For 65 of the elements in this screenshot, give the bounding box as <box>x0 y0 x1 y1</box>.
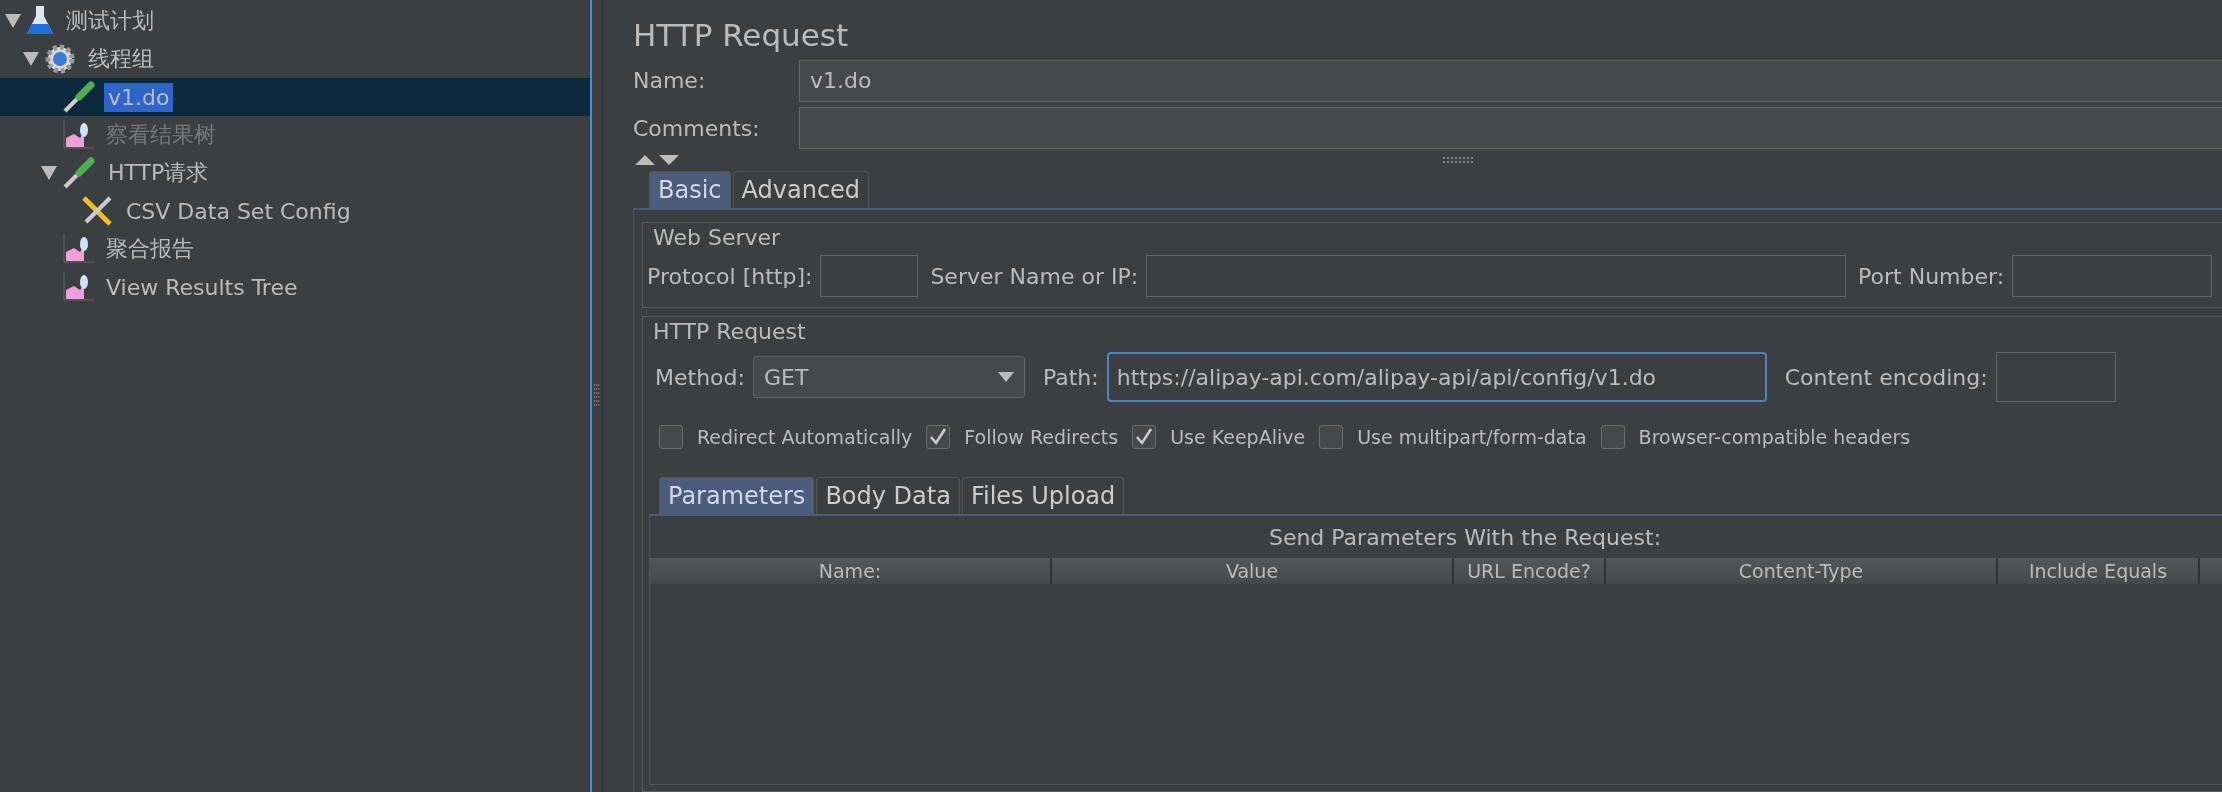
tab[interactable]: Advanced <box>732 171 870 208</box>
tree-row[interactable]: 聚合报告 <box>0 230 590 268</box>
column-header[interactable]: Include Equals <box>1998 558 2200 584</box>
column-header[interactable]: URL Encode? <box>1454 558 1606 584</box>
chart-icon <box>62 234 94 264</box>
chart-icon <box>62 272 94 302</box>
path-input[interactable]: https://alipay-api.com/alipay-api/api/config/v1.do <box>1106 352 1767 402</box>
port-label: Port Number: <box>1858 263 2005 289</box>
tab[interactable]: Parameters <box>659 477 815 514</box>
tab[interactable]: Basic <box>649 171 731 208</box>
expand-triangle-icon[interactable] <box>41 165 57 181</box>
group-title: HTTP Request <box>653 317 807 345</box>
expand-triangle-icon[interactable] <box>23 51 39 67</box>
chart-icon <box>62 120 94 150</box>
splitter-grip-icon[interactable] <box>593 384 601 408</box>
tree-item-label: 线程组 <box>87 45 155 73</box>
tree-row[interactable]: 测试计划 <box>0 2 590 40</box>
encoding-input[interactable] <box>1995 352 2116 402</box>
tree-item-label: HTTP请求 <box>107 159 210 187</box>
tree-row[interactable]: 线程组 <box>0 40 590 78</box>
tools-icon <box>80 194 114 228</box>
resize-grip-icon[interactable] <box>1443 155 1473 164</box>
port-input[interactable] <box>2012 255 2213 297</box>
tree-item-label: v1.do <box>104 82 174 112</box>
tab[interactable]: Body Data <box>816 477 960 514</box>
dropdown-caret-icon <box>997 372 1014 382</box>
checkmark-icon <box>1135 428 1154 446</box>
tree-item-label: 察看结果树 <box>105 121 217 149</box>
option-checkbox[interactable]: Browser-compatible headers <box>1600 425 1911 449</box>
tree-row[interactable]: CSV Data Set Config <box>0 192 590 230</box>
tree-item-label: 聚合报告 <box>105 235 195 263</box>
gear-icon <box>44 43 76 75</box>
column-header[interactable]: Content-Type <box>1606 558 1998 584</box>
pipette-icon <box>62 80 96 114</box>
protocol-label: Protocol [http]: <box>647 263 813 289</box>
path-label: Path: <box>1042 364 1099 390</box>
protocol-input[interactable] <box>820 255 919 297</box>
tree-item-label: CSV Data Set Config <box>125 197 352 226</box>
panel-title: HTTP Request <box>633 16 850 56</box>
server-input[interactable] <box>1146 255 1847 297</box>
option-checkbox[interactable]: Follow Redirects <box>926 425 1119 449</box>
column-header[interactable]: Name: <box>650 558 1052 584</box>
name-input[interactable]: v1.do <box>799 59 2222 102</box>
comments-label: Comments: <box>633 115 761 141</box>
option-checkbox[interactable]: Use KeepAlive <box>1132 425 1306 449</box>
checkmark-icon <box>929 428 948 446</box>
column-header[interactable]: Value <box>1052 558 1454 584</box>
option-checkbox[interactable]: Redirect Automatically <box>659 425 913 449</box>
comments-input[interactable] <box>799 107 2222 150</box>
pipette-icon <box>62 156 96 190</box>
method-dropdown[interactable]: GET <box>752 356 1025 398</box>
expand-triangle-icon[interactable] <box>5 13 21 29</box>
tree-item-label: View Results Tree <box>105 273 299 302</box>
params-title: Send Parameters With the Request: <box>1267 523 1663 552</box>
group-title: Web Server <box>653 223 782 251</box>
option-checkbox[interactable]: Use multipart/form-data <box>1319 425 1587 449</box>
name-label: Name: <box>633 68 707 94</box>
tree-item-label: 测试计划 <box>65 7 155 35</box>
tree-row[interactable]: View Results Tree <box>0 268 590 306</box>
server-label: Server Name or IP: <box>930 263 1139 289</box>
tree-row[interactable]: HTTP请求 <box>0 154 590 192</box>
tab[interactable]: Files Upload <box>961 477 1125 514</box>
method-label: Method: <box>655 364 745 390</box>
encoding-label: Content encoding: <box>1784 364 1988 390</box>
tree-row[interactable]: v1.do <box>0 78 590 116</box>
